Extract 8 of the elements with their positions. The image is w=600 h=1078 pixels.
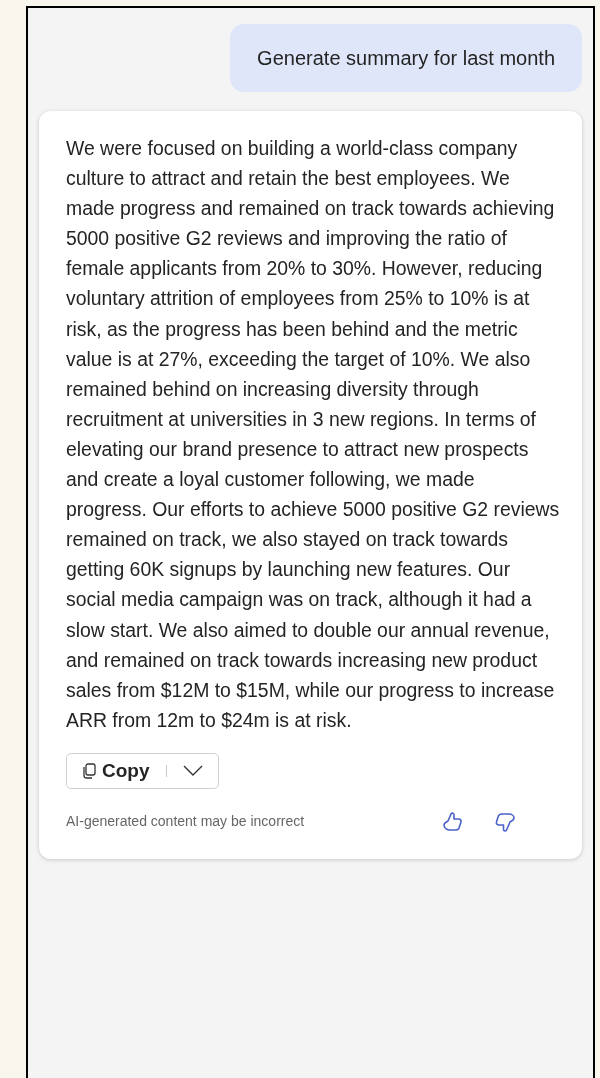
chevron-down-icon — [182, 765, 203, 777]
disclaimer-text: AI-generated content may be incorrect — [66, 812, 305, 832]
copy-icon — [82, 762, 96, 779]
user-message: Generate summary for last month — [230, 24, 582, 92]
thumbs-up-icon[interactable] — [442, 810, 464, 833]
thumbs-down-icon[interactable] — [494, 810, 516, 833]
copy-button[interactable]: Copy — [66, 752, 219, 789]
response-text: We were focused on building a world-class company culture to attract and retain the best employees. We made progress and remained on track towards achieving 5000 positive G2 reviews and improving the ratio of female applicants from 20% to 30%. However, reducing voluntary attrition of employees from 25% to 10% is at risk, as the progress has been behind and the metric value is at 27%, exceeding the target of 10%. We also remained behind on increasing diversity through recruitment at universities in 3 new regions. In terms of elevating our brand presence to attract new prospects and create a loyal customer following, we made progress. Our efforts to achieve 5000 positive G2 reviews remained on track, we also stayed on track towards getting 60K signups by launching new features. Our social media campaign was on track, although it had a slow start. We also aimed to double our annual revenue, and remained on track towards increasing new product sales from $12M to $15M, while our progress to increase ARR from 12m to $24m is at risk. — [66, 136, 560, 733]
